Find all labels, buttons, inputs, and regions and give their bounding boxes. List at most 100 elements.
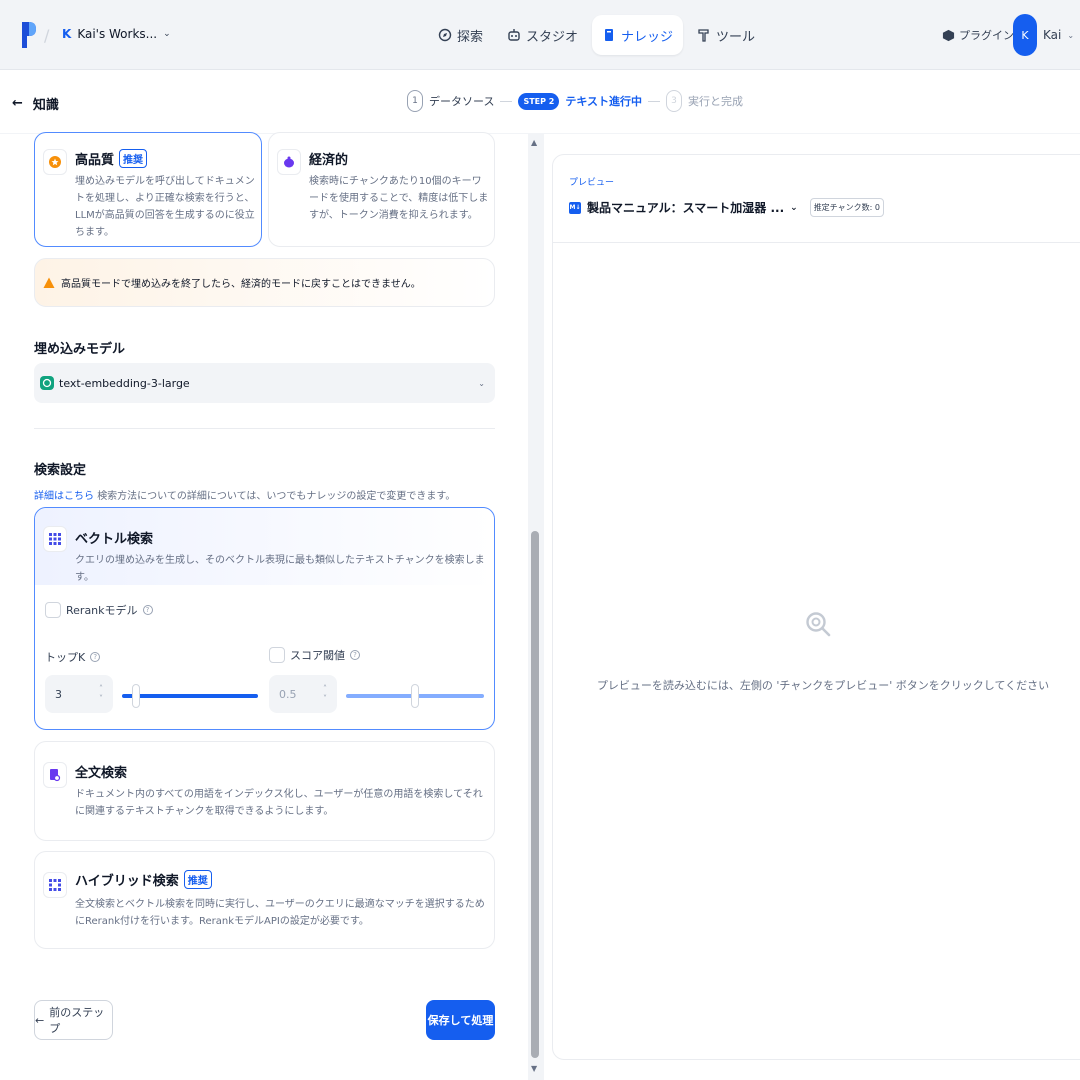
preview-panel: プレビュー M↓ 製品マニュアル：スマート加湿器 ... ⌄ 推定チャンク数: …	[552, 154, 1080, 1060]
cube-icon	[942, 29, 955, 41]
preview-label: プレビュー	[569, 178, 615, 188]
search-description-text: 検索方法についての詳細については、いつでもナレッジの設定で変更できます。	[97, 491, 456, 502]
sub-header: ← 知識 1 データソース STEP 2 テキスト進行中 3 実行と完成	[0, 70, 1080, 134]
topk-slider-track[interactable]	[122, 694, 258, 698]
hybrid-search-title: ハイブリッド検索 推奨	[75, 870, 212, 889]
openai-icon	[40, 376, 54, 390]
step-3-number: 3	[666, 90, 683, 112]
stepper-arrows-icon[interactable]: ˄ ˅	[99, 684, 103, 704]
separator: /	[44, 26, 50, 45]
score-threshold-value: 0.5	[279, 687, 297, 701]
recommended-badge: 推奨	[119, 149, 148, 168]
score-threshold-label: スコア閾値	[290, 649, 345, 662]
divider	[34, 428, 495, 429]
score-threshold-slider-handle[interactable]	[411, 684, 419, 708]
hybrid-search-card[interactable]: ハイブリッド検索 推奨 全文検索とベクトル検索を同時に実行し、ユーザーのクエリに…	[34, 851, 495, 949]
score-threshold-input[interactable]: 0.5 ˄ ˅	[269, 675, 337, 713]
nav-explore[interactable]: 探索	[428, 15, 493, 55]
settings-panel: 高品質 推奨 埋め込みモデルを呼び出してドキュメントを処理し、より正確な検索を行…	[0, 132, 528, 1080]
nav-tools[interactable]: ツール	[687, 15, 765, 55]
rerank-checkbox[interactable]	[45, 602, 61, 618]
plugins-label: プラグイン	[959, 29, 1014, 42]
score-threshold-checkbox[interactable]	[269, 647, 285, 663]
nav-knowledge[interactable]: ナレッジ	[592, 15, 684, 55]
main-nav: 探索 スタジオ ナレッジ ツール	[428, 15, 765, 55]
nav-label: スタジオ	[526, 29, 579, 45]
chevron-down-icon: ⌄	[1067, 30, 1075, 40]
vector-search-card[interactable]: ベクトル検索 クエリの埋め込みを生成し、そのベクトル表現に最も類似したテキストチ…	[34, 507, 495, 730]
vector-search-title: ベクトル検索	[75, 532, 154, 547]
search-empty-icon	[806, 612, 831, 637]
index-mode-high-quality[interactable]: 高品質 推奨 埋め込みモデルを呼び出してドキュメントを処理し、より正確な検索を行…	[34, 132, 262, 247]
search-settings-title: 検索設定	[34, 463, 87, 478]
preview-document-select[interactable]: M↓ 製品マニュアル：スマート加湿器 ... ⌄ 推定チャンク数: 0	[569, 198, 1075, 217]
back-button[interactable]: ← 知識	[12, 94, 59, 113]
topk-label-text: トップK	[45, 651, 86, 664]
user-menu[interactable]: K Kai ⌄	[1013, 14, 1074, 56]
warning-icon	[43, 277, 55, 288]
fulltext-search-title: 全文検索	[75, 766, 128, 781]
mode-title: 高品質 推奨	[75, 149, 148, 168]
step-1-number: 1	[407, 90, 423, 112]
hybrid-search-description: 全文検索とベクトル検索を同時に実行し、ユーザーのクエリに最適なマッチを選択するた…	[75, 899, 485, 927]
topk-input[interactable]: 3 ˄ ˅	[45, 675, 113, 713]
index-mode-economy[interactable]: 経済的 検索時にチャンクあたり10個のキーワードを使用することで、精度は低下しま…	[268, 132, 495, 247]
preview-empty-message: プレビューを読み込むには、左側の 'チャンクをプレビュー' ボタンをクリックして…	[596, 679, 1050, 692]
previous-step-label: 前のステップ	[49, 1006, 105, 1035]
scrollbar-thumb[interactable]	[531, 531, 539, 1058]
help-icon[interactable]: ?	[350, 650, 360, 660]
hybrid-search-title-text: ハイブリッド検索	[75, 874, 179, 889]
mode-title-text: 経済的	[309, 153, 349, 168]
nav-studio[interactable]: スタジオ	[497, 15, 588, 55]
preview-header: プレビュー M↓ 製品マニュアル：スマート加湿器 ... ⌄ 推定チャンク数: …	[553, 155, 1080, 243]
scroll-up-arrow[interactable]: ▲	[531, 138, 537, 147]
chevron-down-icon: ⌄	[790, 202, 798, 213]
embedding-model-value: text-embedding-3-large	[59, 376, 190, 390]
embedding-model-select[interactable]: text-embedding-3-large ⌄	[34, 363, 495, 403]
score-threshold-toggle[interactable]: スコア閾値 ?	[269, 647, 360, 663]
save-and-process-button[interactable]: 保存して処理	[426, 1000, 495, 1040]
step-divider	[648, 100, 661, 102]
mode-description: 埋め込みモデルを呼び出してドキュメントを処理し、より正確な検索を行うと、LLMが…	[75, 176, 255, 238]
warning-banner: 高品質モードで埋め込みを終了したら、経済的モードに戻すことはできません。	[34, 258, 495, 307]
help-icon[interactable]: ?	[90, 652, 101, 662]
chevron-down-icon: ⌄	[478, 378, 485, 388]
markdown-file-icon: M↓	[569, 201, 581, 214]
topk-value: 3	[55, 687, 62, 701]
hammer-icon	[698, 29, 709, 42]
topk-slider-handle[interactable]	[131, 684, 140, 708]
step-divider	[500, 100, 513, 102]
fulltext-search-description: ドキュメント内のすべての用語をインデックス化し、ユーザーが任意の用語を検索してそ…	[75, 789, 483, 817]
user-name: Kai	[1043, 28, 1062, 42]
nav-label: ナレッジ	[621, 29, 674, 45]
recommended-badge: 推奨	[183, 870, 212, 889]
previous-step-button[interactable]: ← 前のステップ	[34, 1000, 113, 1040]
stepper-arrows-icon[interactable]: ˄ ˅	[323, 684, 327, 704]
vector-icon	[43, 526, 67, 552]
plugins-button[interactable]: プラグイン	[942, 27, 1014, 43]
rerank-toggle[interactable]: Rerankモデル ?	[45, 602, 153, 618]
scroll-down-arrow[interactable]: ▼	[531, 1064, 537, 1073]
embedding-model-title: 埋め込みモデル	[34, 342, 126, 357]
rerank-label: Rerankモデル	[66, 604, 138, 617]
mode-description: 検索時にチャンクあたり10個のキーワードを使用することで、精度は低下しますが、ト…	[309, 176, 489, 221]
workspace-name: Kai's Works...	[77, 27, 158, 41]
learn-more-link[interactable]: 詳細はこちら	[34, 491, 94, 502]
piggy-bank-icon	[277, 149, 301, 175]
workspace-initial: K	[62, 27, 72, 41]
fulltext-search-card[interactable]: 全文検索 ドキュメント内のすべての用語をインデックス化し、ユーザーが任意の用語を…	[34, 741, 495, 841]
workspace-switcher[interactable]: K Kai's Works... ⌄	[62, 27, 171, 41]
vector-search-header: ベクトル検索 クエリの埋め込みを生成し、そのベクトル表現に最も類似したテキストチ…	[35, 508, 494, 585]
hybrid-icon	[43, 872, 67, 898]
robot-icon	[508, 29, 520, 41]
app-logo[interactable]	[22, 22, 36, 48]
arrow-left-icon: ←	[12, 96, 23, 111]
step-2-badge: STEP 2	[518, 92, 560, 110]
vector-search-description: クエリの埋め込みを生成し、そのベクトル表現に最も類似したテキストチャンクを検索し…	[75, 555, 485, 583]
step-2-label: テキスト進行中	[565, 95, 643, 108]
topk-label: トップK ?	[45, 649, 101, 665]
estimated-chunks-badge: 推定チャンク数: 0	[809, 198, 884, 217]
help-icon[interactable]: ?	[142, 605, 153, 615]
preview-document-name: 製品マニュアル：スマート加湿器 ...	[587, 201, 785, 215]
step-1-label: データソース	[429, 95, 495, 108]
